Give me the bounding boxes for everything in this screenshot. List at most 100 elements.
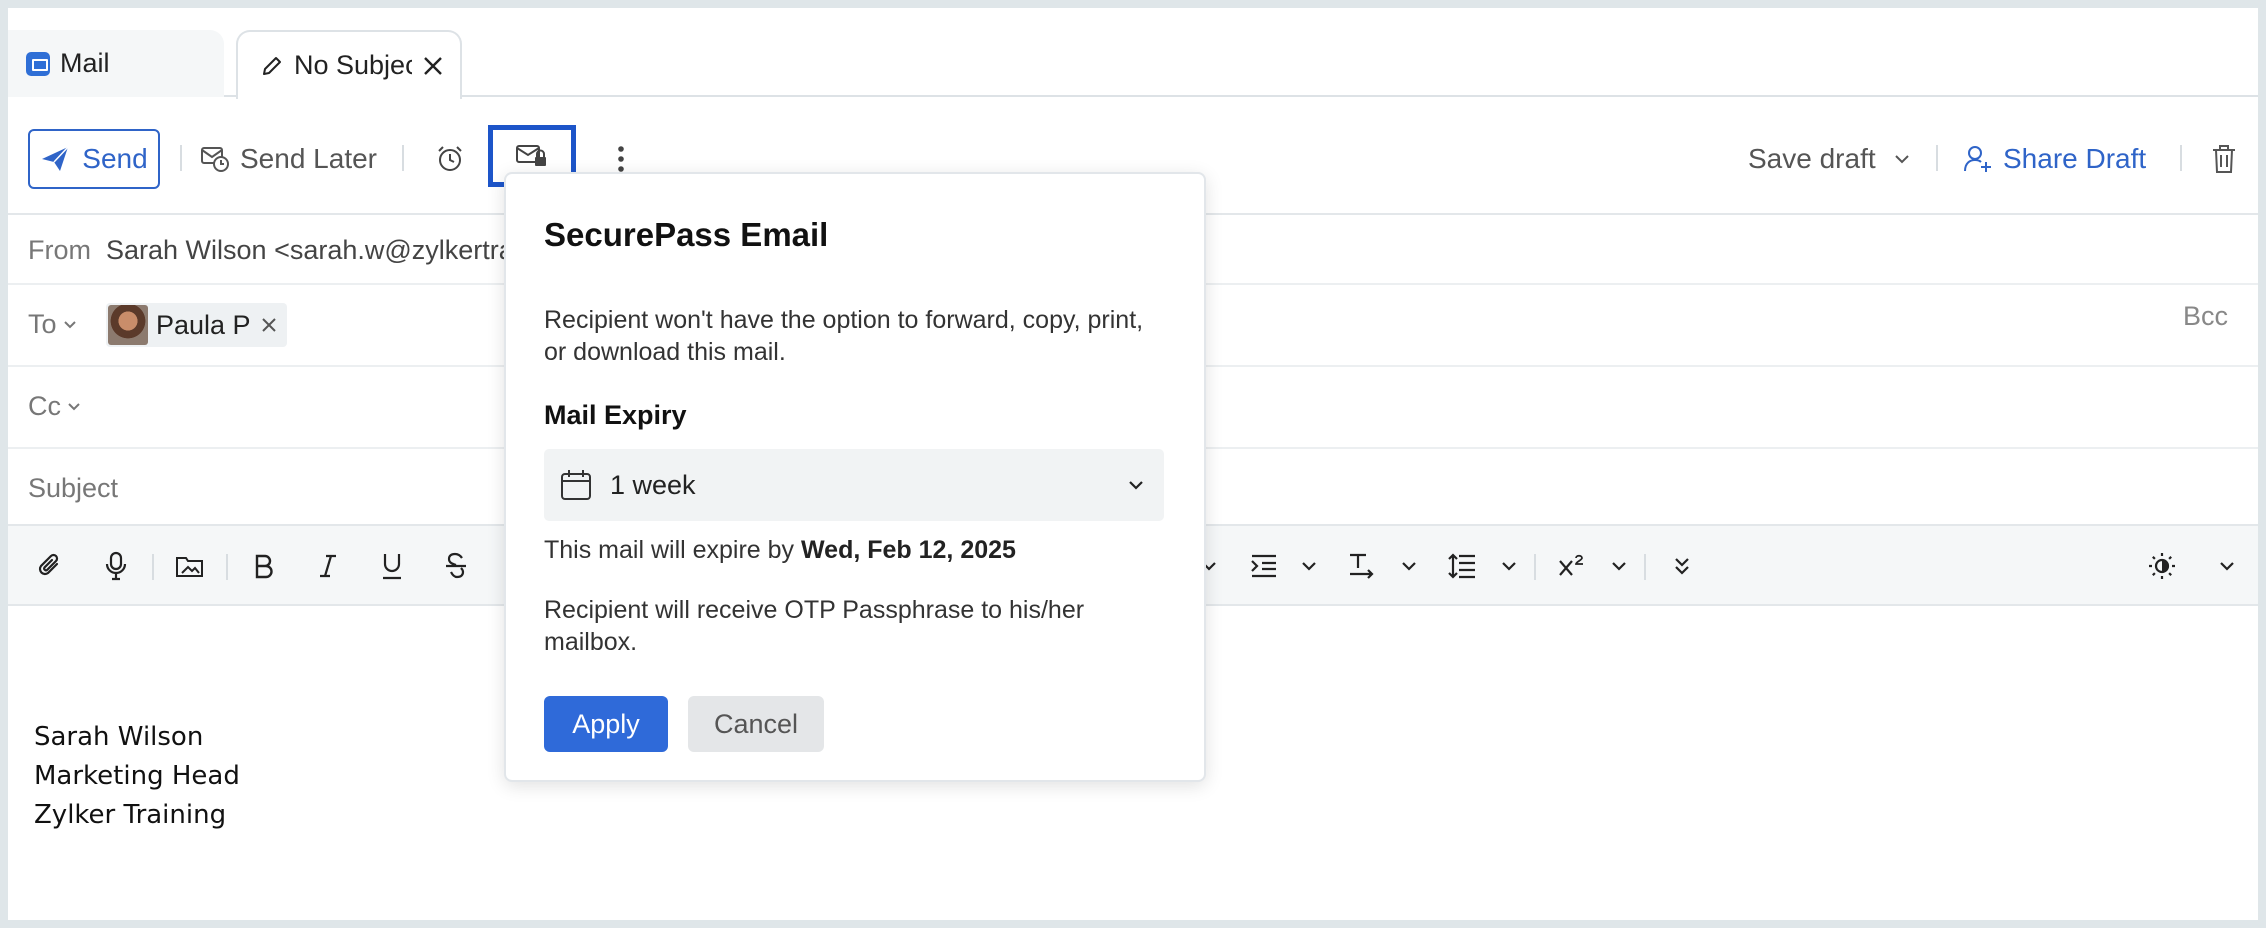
signature-line: Sarah Wilson bbox=[34, 722, 204, 752]
line-spacing-icon bbox=[1448, 553, 1475, 579]
expiry-date: Wed, Feb 12, 2025 bbox=[801, 536, 1016, 564]
format-divider bbox=[1534, 554, 1536, 580]
remove-recipient-icon[interactable] bbox=[261, 317, 277, 333]
cancel-button[interactable]: Cancel bbox=[688, 696, 824, 752]
double-chevron-down-icon bbox=[1675, 558, 1689, 575]
toolbar-divider bbox=[402, 145, 404, 171]
mail-expiry-label: Mail Expiry bbox=[544, 400, 687, 430]
chevron-down-icon bbox=[2220, 562, 2234, 571]
save-draft-button[interactable]: Save draft bbox=[1748, 133, 1910, 185]
bold-button[interactable] bbox=[244, 526, 284, 606]
brightness-icon bbox=[2149, 553, 2175, 579]
otp-info: Recipient will receive OTP Passphrase to… bbox=[544, 596, 1085, 656]
chevron-down-icon bbox=[1302, 562, 1316, 571]
paperclip-icon bbox=[38, 553, 59, 576]
to-label: To bbox=[28, 309, 57, 339]
strikethrough-button[interactable] bbox=[436, 526, 476, 606]
line-spacing-toggle[interactable] bbox=[1496, 526, 1522, 606]
calendar-icon bbox=[561, 470, 591, 500]
from-label: From bbox=[28, 235, 91, 265]
popup-description: Recipient won't have the option to forwa… bbox=[544, 306, 1144, 366]
superscript-toggle[interactable] bbox=[1606, 526, 1632, 606]
tab-mail-label: Mail bbox=[60, 48, 110, 78]
send-icon bbox=[42, 146, 69, 171]
toolbar-divider bbox=[2180, 145, 2182, 171]
expiry-info-prefix: This mail will expire by bbox=[544, 536, 802, 564]
cc-selector[interactable]: Cc bbox=[28, 391, 81, 422]
mail-expiry-select[interactable]: 1 week bbox=[544, 449, 1164, 521]
save-draft-label: Save draft bbox=[1748, 143, 1876, 174]
voice-button[interactable] bbox=[96, 526, 136, 606]
chevron-down-icon bbox=[1129, 481, 1143, 490]
subject-label: Subject bbox=[28, 473, 119, 503]
send-later-icon bbox=[201, 147, 229, 172]
toolbar-divider bbox=[180, 145, 182, 171]
format-divider bbox=[152, 554, 154, 580]
compose-window: Mail No Subject Send Send Later bbox=[8, 8, 2258, 920]
text-direction-icon bbox=[1350, 553, 1374, 579]
pencil-icon bbox=[263, 56, 281, 75]
delete-draft-button[interactable] bbox=[2204, 139, 2244, 179]
underline-icon bbox=[383, 554, 401, 580]
vertical-dots-icon bbox=[618, 146, 624, 172]
more-formatting-button[interactable] bbox=[1664, 526, 1700, 606]
superscript-icon bbox=[1559, 554, 1583, 576]
mail-expiry-value: 1 week bbox=[610, 469, 696, 500]
reminder-button[interactable] bbox=[430, 139, 470, 179]
tab-compose-label: No Subject bbox=[294, 50, 412, 80]
superscript-button[interactable] bbox=[1552, 526, 1592, 606]
chevron-down-icon bbox=[1502, 562, 1516, 571]
secure-mail-icon bbox=[516, 145, 546, 166]
chevron-down-icon bbox=[63, 321, 76, 329]
apply-button[interactable]: Apply bbox=[544, 696, 668, 752]
theme-button[interactable] bbox=[2142, 526, 2182, 606]
chevron-down-icon bbox=[1612, 562, 1626, 571]
close-tab-icon[interactable] bbox=[418, 51, 448, 81]
recipient-chip[interactable]: Paula P bbox=[106, 303, 287, 347]
add-user-icon bbox=[1964, 146, 1991, 172]
cc-label: Cc bbox=[28, 391, 61, 421]
theme-toggle[interactable] bbox=[2214, 526, 2240, 606]
tab-mail[interactable]: Mail bbox=[8, 30, 224, 97]
popup-title: SecurePass Email bbox=[544, 216, 829, 253]
toolbar-divider bbox=[1936, 145, 1938, 171]
signature-line: Zylker Training bbox=[34, 800, 227, 830]
bcc-toggle[interactable]: Bcc bbox=[2183, 301, 2228, 332]
send-button[interactable]: Send bbox=[28, 129, 160, 189]
send-later-button[interactable]: Send Later bbox=[200, 133, 377, 185]
send-label: Send bbox=[82, 143, 148, 174]
format-divider bbox=[1644, 554, 1646, 580]
underline-button[interactable] bbox=[372, 526, 412, 606]
bold-icon bbox=[255, 554, 273, 579]
tab-bar: Mail No Subject bbox=[8, 8, 2258, 99]
chevron-down-icon bbox=[68, 403, 80, 411]
tab-compose[interactable]: No Subject bbox=[236, 30, 462, 99]
chevron-down-icon[interactable] bbox=[1894, 154, 1910, 164]
text-direction-button[interactable] bbox=[1342, 526, 1382, 606]
insert-image-button[interactable] bbox=[170, 526, 210, 606]
italic-icon bbox=[320, 554, 336, 578]
italic-button[interactable] bbox=[308, 526, 348, 606]
expiry-info: This mail will expire by Wed, Feb 12, 20… bbox=[544, 536, 1016, 565]
avatar bbox=[108, 305, 148, 345]
line-spacing-button[interactable] bbox=[1442, 526, 1482, 606]
chevron-down-icon bbox=[1402, 562, 1416, 571]
strikethrough-icon bbox=[446, 552, 466, 579]
send-later-label: Send Later bbox=[240, 143, 377, 174]
signature-line: Marketing Head bbox=[34, 761, 240, 791]
image-folder-icon bbox=[176, 557, 203, 577]
mail-app-icon bbox=[26, 51, 50, 76]
securepass-popup: SecurePass Email Recipient won't have th… bbox=[504, 172, 1206, 782]
format-divider bbox=[226, 554, 228, 580]
recipient-name: Paula P bbox=[156, 309, 251, 340]
indent-options-toggle[interactable] bbox=[1296, 526, 1322, 606]
indent-icon bbox=[1251, 554, 1276, 578]
share-draft-label: Share Draft bbox=[2003, 143, 2147, 174]
indent-button[interactable] bbox=[1244, 526, 1284, 606]
attach-button[interactable] bbox=[30, 526, 70, 606]
text-direction-toggle[interactable] bbox=[1396, 526, 1422, 606]
trash-icon bbox=[2213, 145, 2235, 173]
signature-block[interactable]: Sarah Wilson Marketing Head Zylker Train… bbox=[34, 718, 240, 835]
share-draft-button[interactable]: Share Draft bbox=[1963, 133, 2146, 185]
to-selector[interactable]: To bbox=[28, 309, 77, 340]
